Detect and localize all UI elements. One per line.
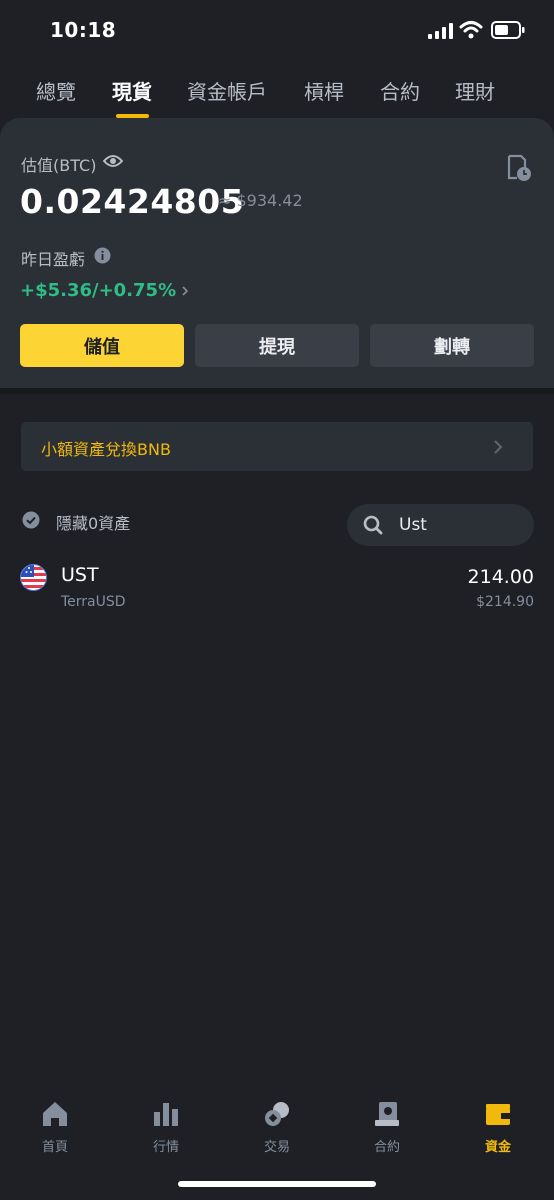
home-indicator[interactable] (178, 1181, 376, 1187)
nav-markets-label: 行情 (152, 1140, 179, 1155)
futures-icon (375, 1102, 399, 1126)
nav-trade[interactable]: 交易 (237, 1090, 317, 1160)
chevron-right-icon[interactable] (180, 284, 190, 298)
wallet-tabs: 總覽 現貨 資金帳戶 槓桿 合約 理財 (0, 70, 554, 120)
wifi-icon (459, 21, 483, 39)
eye-icon[interactable] (103, 154, 123, 168)
convert-to-bnb-banner[interactable]: 小額資產兌換BNB (21, 422, 533, 471)
spot-wallet-screen: 10:18 總覽 現貨 資金帳戶 槓桿 合約 理財 估值(BTC) 0.0242… (0, 0, 554, 1200)
asset-name: TerraUSD (61, 594, 126, 610)
nav-markets[interactable]: 行情 (126, 1090, 206, 1160)
asset-row[interactable]: UST TerraUSD 214.00 $214.90 (0, 556, 554, 618)
usd-balance: ≈ $934.42 (218, 191, 303, 210)
chevron-right-icon (494, 440, 503, 454)
nav-home[interactable]: 首頁 (15, 1090, 95, 1160)
cellular-signal-icon (428, 23, 453, 39)
status-time: 10:18 (50, 18, 117, 42)
info-icon[interactable] (94, 247, 111, 264)
withdraw-button[interactable]: 提現 (195, 324, 359, 367)
convert-to-bnb-label: 小額資產兌換BNB (41, 440, 171, 459)
nav-futures-label: 合約 (373, 1140, 400, 1155)
asset-usd-value: $214.90 (476, 594, 534, 610)
nav-wallet[interactable]: 資金 (458, 1090, 538, 1160)
asset-amount: 214.00 (467, 566, 534, 588)
home-icon (43, 1102, 67, 1126)
trade-icon (265, 1102, 289, 1126)
search-input[interactable] (399, 513, 519, 537)
section-divider (0, 388, 554, 394)
yesterday-pnl-value[interactable]: +$5.36/+0.75% (20, 280, 176, 301)
wallet-icon (486, 1104, 510, 1125)
bottom-navigation: 首頁 行情 交易 合約 資金 (0, 1090, 554, 1170)
yesterday-pnl-label: 昨日盈虧 (21, 250, 86, 269)
tab-funding[interactable]: 資金帳戶 (187, 76, 267, 105)
deposit-button[interactable]: 儲值 (20, 324, 184, 367)
history-icon[interactable] (506, 154, 532, 182)
markets-icon (154, 1103, 178, 1126)
transfer-button[interactable]: 劃轉 (370, 324, 534, 367)
balance-summary-card: 估值(BTC) 0.02424805 ≈ $934.42 昨日盈虧 +$5.36… (0, 118, 554, 388)
ust-coin-icon (20, 564, 47, 591)
search-icon (363, 515, 383, 535)
tab-futures[interactable]: 合約 (380, 76, 420, 105)
nav-futures[interactable]: 合約 (347, 1090, 427, 1160)
asset-symbol: UST (61, 564, 99, 586)
tab-earn[interactable]: 理財 (455, 76, 495, 105)
nav-trade-label: 交易 (263, 1140, 290, 1155)
battery-icon (491, 21, 525, 39)
asset-search-box[interactable] (347, 504, 534, 546)
nav-wallet-label: 資金 (484, 1140, 511, 1155)
tab-margin[interactable]: 槓桿 (304, 76, 344, 105)
btc-balance: 0.02424805 (20, 182, 245, 221)
estimated-value-label: 估值(BTC) (21, 156, 97, 175)
tab-spot[interactable]: 現貨 (112, 76, 152, 105)
nav-home-label: 首頁 (41, 1140, 68, 1155)
hide-zero-checkbox-icon[interactable] (22, 511, 40, 529)
hide-zero-assets-label[interactable]: 隱藏0資產 (56, 510, 130, 534)
tab-overview[interactable]: 總覽 (36, 76, 76, 105)
status-bar: 10:18 (0, 0, 554, 60)
